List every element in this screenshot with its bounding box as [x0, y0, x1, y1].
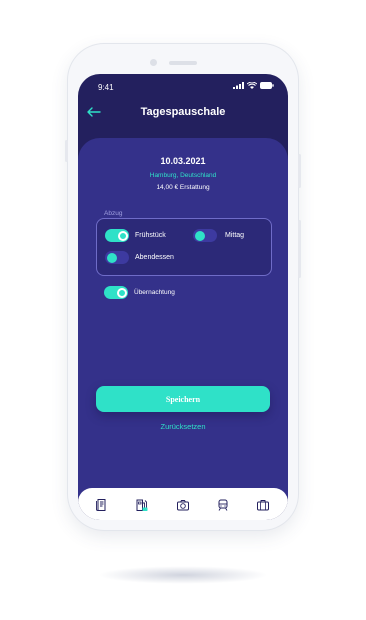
trip-date: 10.03.2021: [160, 156, 206, 166]
abzug-label: Abzug: [104, 210, 123, 217]
signal-icon: [233, 82, 244, 89]
trip-location: Hamburg, Deutschland: [149, 172, 217, 179]
option-label-abendessen: Abendessen: [135, 254, 174, 261]
status-icons: [233, 82, 274, 89]
toggle-fruehstueck[interactable]: [105, 229, 129, 242]
phone-frame: 9:41 Tagespauschale 10.03.2021 Hamburg, …: [65, 44, 301, 530]
suitcase-icon[interactable]: [256, 498, 270, 512]
camera-icon[interactable]: [176, 498, 190, 512]
refund-amount: 14,00 € Erstattung: [156, 184, 210, 191]
option-label-fruehstueck: Frühstück: [135, 232, 166, 239]
phone-side-button: [298, 154, 301, 188]
save-button[interactable]: Speichern: [96, 386, 270, 412]
phone-side-button: [298, 220, 301, 278]
toggle-mittag[interactable]: [193, 229, 217, 242]
reset-link[interactable]: Zurücksetzen: [78, 422, 288, 431]
fuel-pump-icon[interactable]: [135, 498, 149, 512]
status-bar: 9:41: [78, 74, 288, 96]
receipt-icon[interactable]: [95, 498, 109, 512]
phone-speaker: [169, 61, 197, 65]
phone-camera: [150, 59, 157, 66]
app-header: Tagespauschale: [78, 100, 288, 126]
train-icon[interactable]: [216, 498, 230, 512]
option-label-mittag: Mittag: [225, 232, 245, 239]
page-title: Tagespauschale: [140, 106, 226, 118]
wifi-icon: [247, 82, 257, 89]
abzug-group: Frühstück Mittag Abendessen: [96, 218, 272, 276]
option-label-uebernachtung: Übernachtung: [134, 289, 175, 296]
battery-icon: [260, 82, 274, 89]
phone-side-button: [65, 140, 68, 162]
phone-shadow: [98, 566, 268, 584]
content-card: 10.03.2021 Hamburg, Deutschland 14,00 € …: [78, 138, 288, 498]
app-screen: 9:41 Tagespauschale 10.03.2021 Hamburg, …: [78, 74, 288, 520]
status-time: 9:41: [98, 83, 114, 92]
tab-bar: [78, 488, 288, 520]
toggle-abendessen[interactable]: [105, 251, 129, 264]
toggle-uebernachtung[interactable]: [104, 286, 128, 299]
